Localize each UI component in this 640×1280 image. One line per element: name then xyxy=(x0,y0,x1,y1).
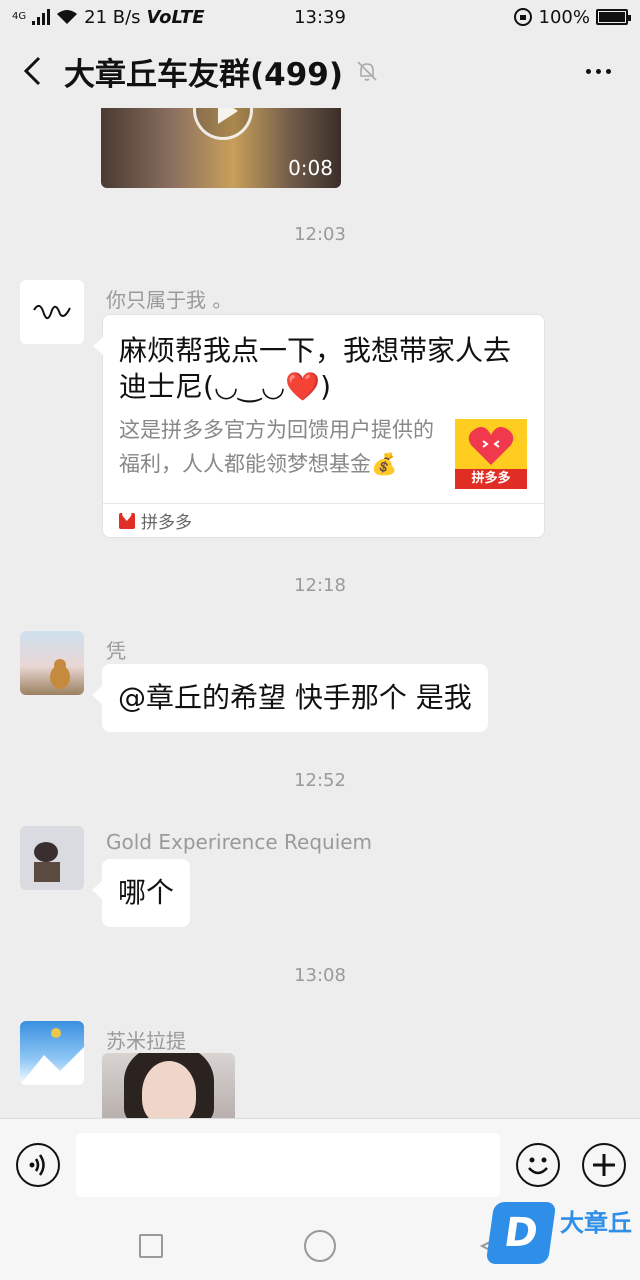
image-message[interactable] xyxy=(102,1053,235,1118)
link-card[interactable]: 麻烦帮我点一下，我想带家人去迪士尼(◡‿◡❤️) 这是拼多多官方为回馈用户提供的… xyxy=(93,314,545,538)
chat-title: 大章丘车友群(499) xyxy=(64,56,344,93)
heart-icon xyxy=(468,427,514,465)
text-message[interactable]: @章丘的希望 快手那个 是我 xyxy=(92,664,488,732)
clock: 13:39 xyxy=(294,6,346,28)
battery-icon xyxy=(596,9,631,25)
skier-photo-icon xyxy=(20,1028,84,1085)
sender-name: Gold Experirence Requiem xyxy=(106,830,373,854)
video-duration: 0:08 xyxy=(288,156,333,180)
emoji-button[interactable] xyxy=(516,1143,560,1187)
dog-photo-icon xyxy=(34,842,60,882)
emoji-icon xyxy=(528,1157,548,1175)
card-description: 这是拼多多官方为回馈用户提供的福利，人人都能领梦想基金💰 xyxy=(119,418,434,476)
dog-photo-icon xyxy=(50,659,70,689)
sender-name: 苏米拉提 xyxy=(106,1029,186,1053)
voice-icon xyxy=(29,1154,45,1176)
card-title: 麻烦帮我点一下，我想带家人去迪士尼(◡‿◡❤️) xyxy=(119,334,512,403)
input-bar xyxy=(0,1118,640,1210)
text-message[interactable]: 哪个 xyxy=(91,859,191,927)
chevron-left-icon xyxy=(23,56,41,86)
signature-avatar-icon xyxy=(33,304,71,320)
play-icon[interactable] xyxy=(193,108,253,140)
thumb-brand: 拼多多 xyxy=(455,469,527,489)
timestamp: 12:52 xyxy=(294,770,346,791)
voice-button[interactable] xyxy=(16,1143,60,1187)
pinduoduo-icon xyxy=(119,510,135,529)
avatar[interactable] xyxy=(20,1021,84,1085)
sender-name: 你只属于我 。 xyxy=(106,288,233,312)
more-button[interactable] xyxy=(578,56,618,86)
avatar[interactable] xyxy=(20,280,84,344)
chat-header: 大章丘车友群(499) xyxy=(0,34,640,108)
back-button[interactable] xyxy=(0,34,64,108)
timestamp: 12:18 xyxy=(294,575,346,596)
watermark: D 大章丘 xyxy=(485,1202,632,1264)
plus-button[interactable] xyxy=(582,1143,626,1187)
card-source: 拼多多 xyxy=(103,503,544,537)
card-thumbnail: 拼多多 xyxy=(455,419,527,489)
status-bar: 4G 21 B/s VoLTE 13:39 100% xyxy=(0,0,640,34)
bell-off-icon xyxy=(357,61,377,81)
chat-area[interactable]: 0:08 12:03 你只属于我 。 麻烦帮我点一下，我想带家人去迪士尼(◡‿◡… xyxy=(0,108,640,1118)
card-source-label: 拼多多 xyxy=(141,513,192,533)
watermark-logo-icon: D xyxy=(485,1202,557,1264)
timestamp: 12:03 xyxy=(294,224,346,245)
recent-apps-button[interactable] xyxy=(139,1234,163,1258)
avatar[interactable] xyxy=(20,826,84,890)
home-button[interactable] xyxy=(304,1230,336,1262)
timestamp: 13:08 xyxy=(294,965,346,986)
sender-name: 凭 xyxy=(106,639,126,663)
video-message[interactable]: 0:08 xyxy=(101,108,341,188)
system-nav-bar: D 大章丘 xyxy=(0,1202,640,1280)
avatar[interactable] xyxy=(20,631,84,695)
message-input[interactable] xyxy=(76,1133,500,1197)
watermark-text: 大章丘 xyxy=(560,1208,632,1237)
